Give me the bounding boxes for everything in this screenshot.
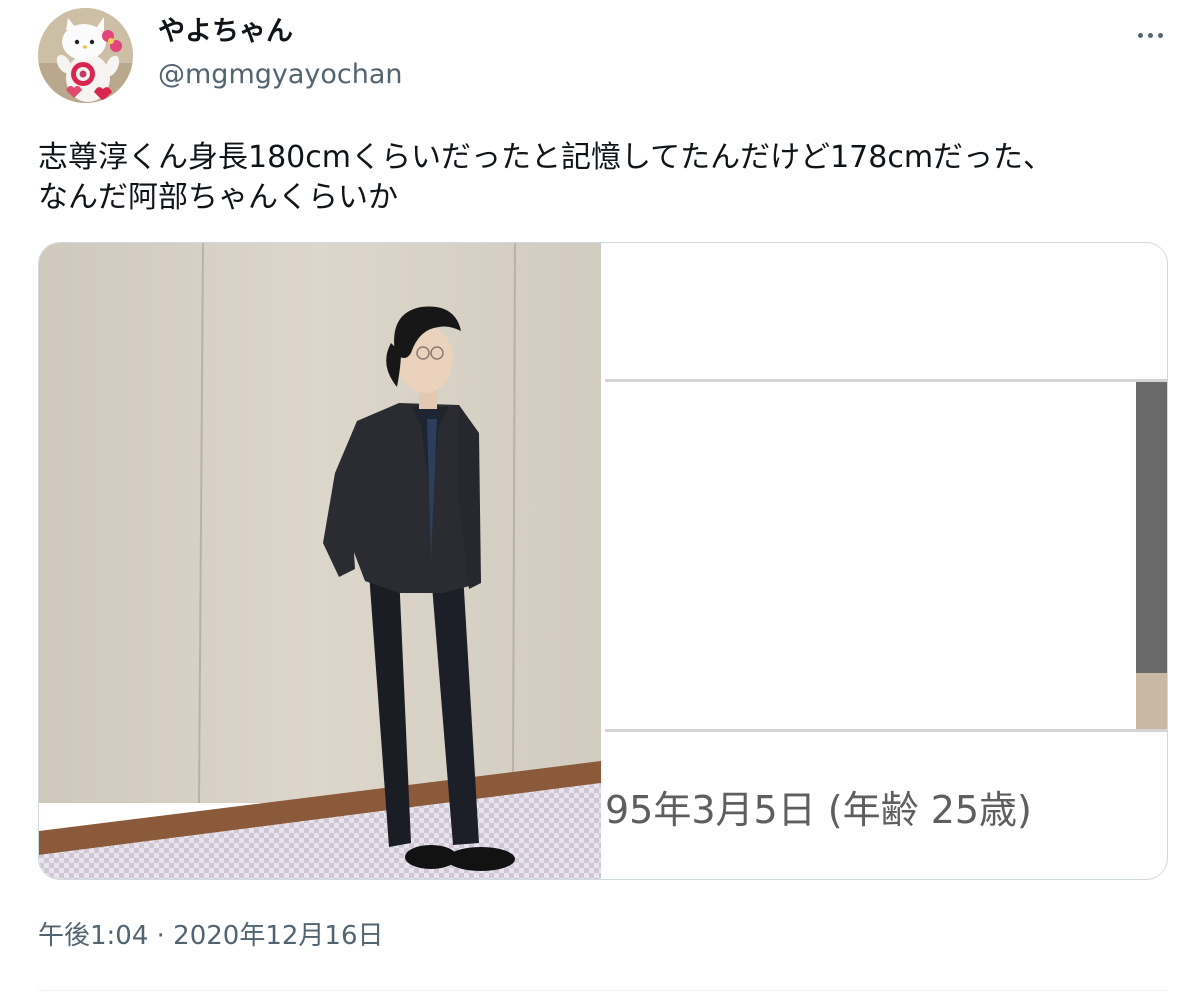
photo-person-in-suit-image (39, 243, 601, 879)
display-name[interactable]: やよちゃん (158, 14, 293, 50)
photo-screenshot-profile[interactable]: 95年3月5日 (年齢 25歳) (603, 243, 1167, 879)
screenshot-image-edge (1136, 673, 1167, 729)
tweet: やよちゃん @mgmgyayochan 志尊淳くん身長180cmくらいだったと記… (0, 0, 1200, 994)
more-options-button[interactable] (1128, 18, 1172, 52)
tweet-text: 志尊淳くん身長180cmくらいだったと記憶してたんだけど178cmだった、 なん… (38, 138, 1168, 218)
more-horizontal-icon-dot (1147, 32, 1153, 38)
more-horizontal-icon-dot (1157, 32, 1163, 38)
user-handle[interactable]: @mgmgyayochan (158, 57, 403, 93)
divider (38, 990, 1168, 991)
tweet-timestamp[interactable]: 午後1:04 · 2020年12月16日 (38, 918, 384, 954)
tweet-text-line: 志尊淳くん身長180cmくらいだったと記憶してたんだけど178cmだった、 (38, 140, 1054, 175)
photo-person-in-suit[interactable] (39, 243, 601, 879)
more-horizontal-icon (1137, 32, 1143, 38)
media-container: 95年3月5日 (年齢 25歳) (38, 242, 1168, 880)
screenshot-birthdate-text: 95年3月5日 (年齢 25歳) (605, 788, 1032, 832)
avatar[interactable] (38, 8, 133, 103)
screenshot-divider (605, 729, 1167, 732)
screenshot-divider (605, 379, 1167, 382)
avatar-image (38, 8, 133, 103)
tweet-text-line: なんだ阿部ちゃんくらいか (38, 180, 398, 215)
